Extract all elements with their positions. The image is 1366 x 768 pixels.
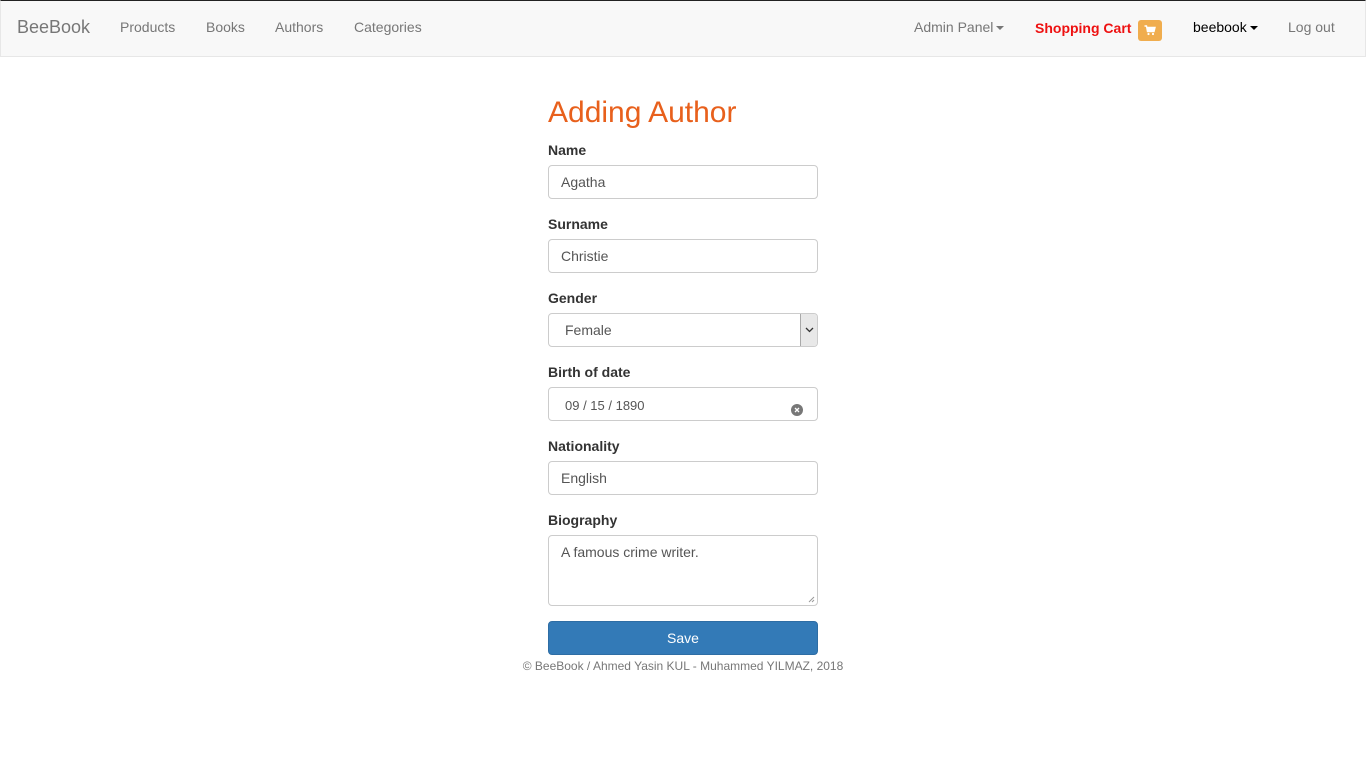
nav-authors[interactable]: Authors xyxy=(275,19,323,36)
brand-link[interactable]: BeeBook xyxy=(17,17,90,37)
cart-glyph-icon xyxy=(1144,25,1156,36)
admin-panel-dropdown[interactable]: Admin Panel xyxy=(914,19,1005,36)
biography-textarea[interactable]: A famous crime writer. xyxy=(548,535,818,606)
surname-label: Surname xyxy=(548,216,608,232)
footer-copyright: © BeeBook / Ahmed Yasin KUL - Muhammed Y… xyxy=(522,659,844,673)
nav-categories[interactable]: Categories xyxy=(354,19,422,36)
admin-panel-label: Admin Panel xyxy=(914,19,994,35)
birth-date-input[interactable]: 09 / 15 / 1890 xyxy=(548,387,818,421)
biography-label: Biography xyxy=(548,512,618,528)
navbar: BeeBook Products Books Authors Categorie… xyxy=(0,0,1366,57)
save-button[interactable]: Save xyxy=(548,621,818,655)
nationality-label: Nationality xyxy=(548,438,620,454)
caret-down-icon xyxy=(1249,26,1258,31)
chevron-down-icon[interactable] xyxy=(800,314,817,346)
caret-down-icon xyxy=(996,26,1005,31)
gender-selected-value: Female xyxy=(565,322,612,338)
nav-products[interactable]: Products xyxy=(120,19,175,36)
gender-select[interactable]: Female xyxy=(548,313,818,347)
page-title: Adding Author xyxy=(548,96,737,129)
nav-books[interactable]: Books xyxy=(206,19,245,36)
user-dropdown[interactable]: beebook xyxy=(1193,19,1258,36)
birth-date-value: 09 / 15 / 1890 xyxy=(565,398,645,413)
shopping-cart-icon[interactable] xyxy=(1138,20,1162,41)
resize-grip-icon[interactable] xyxy=(807,595,815,603)
birth-date-label: Birth of date xyxy=(548,364,631,380)
nationality-input[interactable]: English xyxy=(548,461,818,495)
name-label: Name xyxy=(548,142,587,158)
biography-value: A famous crime writer. xyxy=(561,544,699,560)
logout-link[interactable]: Log out xyxy=(1288,19,1335,36)
gender-label: Gender xyxy=(548,290,598,306)
shopping-cart-link[interactable]: Shopping Cart xyxy=(1035,20,1131,37)
surname-input[interactable]: Christie xyxy=(548,239,818,273)
clear-icon[interactable] xyxy=(791,404,803,416)
name-input[interactable]: Agatha xyxy=(548,165,818,199)
username-label: beebook xyxy=(1193,19,1247,35)
